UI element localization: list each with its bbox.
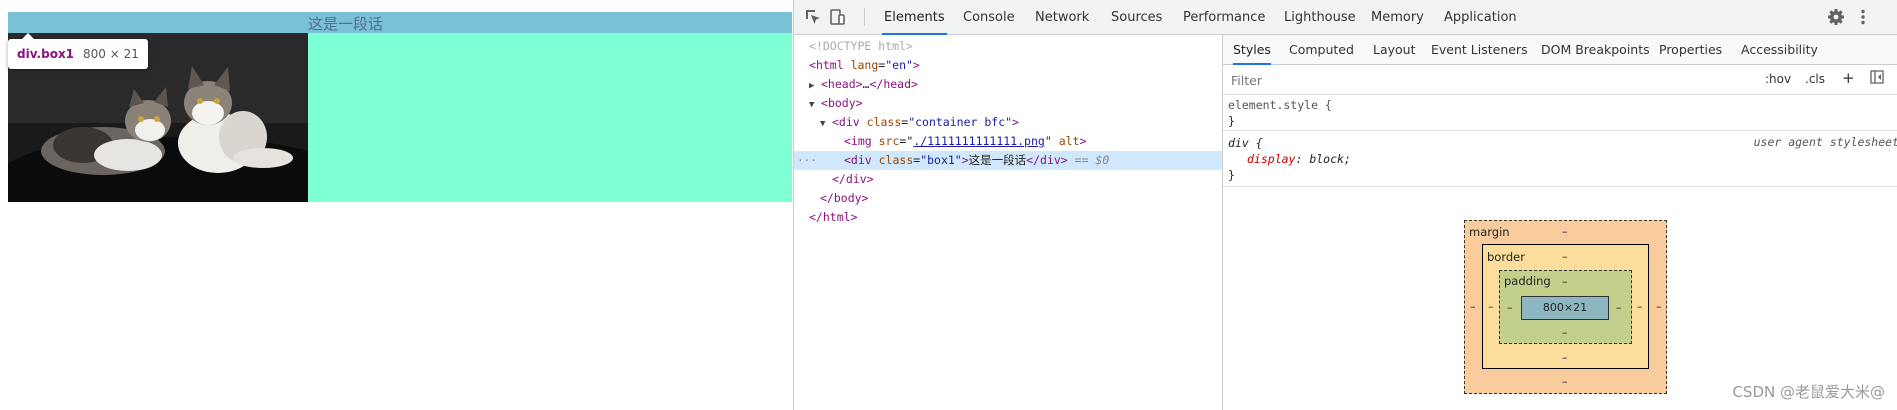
border-box: border – – – – padding – – – – 800×21 <box>1482 244 1649 369</box>
element-style-selector: element.style { <box>1228 98 1332 112</box>
tab-application[interactable]: Application <box>1442 0 1519 35</box>
device-toolbar-icon[interactable] <box>828 8 846 26</box>
user-agent-stylesheet-label: user agent stylesheet <box>1753 135 1897 149</box>
eq0-marker: == $0 <box>1074 153 1110 167</box>
display-prop-name[interactable]: display <box>1247 152 1295 166</box>
container-class-value: "container bfc" <box>908 115 1013 129</box>
tab-memory[interactable]: Memory <box>1369 0 1426 35</box>
dom-node-body[interactable]: ▼ <body> <box>794 94 1222 113</box>
dom-node-container-close[interactable]: </div> <box>794 170 1222 189</box>
dom-node-container[interactable]: ▼ <div class="container bfc"> <box>794 113 1222 132</box>
border-bottom-value[interactable]: – <box>1562 351 1568 364</box>
margin-left-value[interactable]: – <box>1470 300 1476 313</box>
box1-highlight[interactable]: 这是一段话 <box>8 12 792 33</box>
tooltip-selector: div.box1 <box>17 47 75 61</box>
img-alt-attr: alt <box>1058 134 1080 148</box>
border-top-value[interactable]: – <box>1562 250 1568 263</box>
devtools-toolbar: Elements Console Network Sources Perform… <box>794 0 1897 35</box>
ua-div-rule[interactable]: user agent stylesheet div { display: blo… <box>1223 135 1897 187</box>
closing-brace: } <box>1228 168 1235 182</box>
filter-row: :hov .cls + <box>1223 65 1897 95</box>
border-right-value[interactable]: – <box>1637 300 1643 313</box>
more-actions-dots-icon[interactable]: ··· <box>797 151 817 170</box>
padding-bottom-value[interactable]: – <box>1562 326 1568 339</box>
div-selector: div { <box>1228 136 1263 150</box>
inspect-element-icon[interactable] <box>804 8 822 26</box>
img-src-link[interactable]: ./1111111111111.png <box>913 134 1045 148</box>
border-left-value[interactable]: – <box>1488 300 1494 313</box>
padding-label: padding <box>1504 274 1551 288</box>
display-prop-value[interactable]: block; <box>1309 152 1351 166</box>
content-box[interactable]: 800×21 <box>1521 296 1609 320</box>
tab-network[interactable]: Network <box>1033 0 1091 35</box>
box1-text-node: 这是一段话 <box>968 153 1027 167</box>
subtab-styles[interactable]: Styles <box>1233 35 1271 65</box>
cls-button[interactable]: .cls <box>1805 72 1825 86</box>
hov-button[interactable]: :hov <box>1765 72 1791 86</box>
margin-bottom-value[interactable]: – <box>1562 375 1568 388</box>
html-tag: html <box>815 58 844 72</box>
dom-node-html[interactable]: <html lang="en"> <box>794 56 1222 75</box>
tab-elements[interactable]: Elements <box>882 0 947 35</box>
doctype-text: <!DOCTYPE html> <box>809 39 913 53</box>
dom-tree: <!DOCTYPE html> <html lang="en"> ▶ <head>… <box>794 35 1222 410</box>
box-model-diagram: margin – – – – border – – – – padding – … <box>1464 220 1667 394</box>
styles-subtabs: Styles Computed Layout Event Listeners D… <box>1223 35 1897 65</box>
tab-sources[interactable]: Sources <box>1109 0 1164 35</box>
lang-value: "en" <box>885 58 913 72</box>
margin-top-value[interactable]: – <box>1562 225 1568 238</box>
padding-left-value[interactable]: – <box>1507 301 1513 314</box>
element-tooltip: div.box1 800 × 21 <box>8 33 148 69</box>
tab-console[interactable]: Console <box>961 0 1017 35</box>
body-tag: body <box>827 96 856 110</box>
subtab-event-listeners[interactable]: Event Listeners <box>1431 35 1528 65</box>
padding-top-value[interactable]: – <box>1562 275 1568 288</box>
subtab-layout[interactable]: Layout <box>1373 35 1416 65</box>
devtools-panel: Elements Console Network Sources Perform… <box>793 0 1897 410</box>
dom-node-doctype[interactable]: <!DOCTYPE html> <box>794 37 1222 56</box>
subtab-computed[interactable]: Computed <box>1289 35 1354 65</box>
lang-attr: lang <box>850 58 879 72</box>
dom-node-head[interactable]: ▶ <head>…</head> <box>794 75 1222 94</box>
styles-pane: Styles Computed Layout Event Listeners D… <box>1222 35 1897 410</box>
page-preview: 这是一段话 div.box1 800 × 21 <box>0 0 793 410</box>
dom-node-body-close[interactable]: </body> <box>794 189 1222 208</box>
subtab-accessibility[interactable]: Accessibility <box>1741 35 1818 65</box>
tooltip-size: 800 × 21 <box>83 47 139 61</box>
closing-brace: } <box>1228 114 1235 128</box>
dom-node-img[interactable]: <img src="./1111111111111.png" alt> <box>794 132 1222 151</box>
toolbar-separator <box>864 8 865 26</box>
margin-right-value[interactable]: – <box>1656 300 1662 313</box>
border-label: border <box>1487 250 1525 264</box>
padding-box: padding – – – – 800×21 <box>1499 270 1632 344</box>
csdn-watermark: CSDN @老鼠爱大米@ <box>1732 383 1885 401</box>
subtab-dom-breakpoints[interactable]: DOM Breakpoints <box>1541 35 1650 65</box>
tab-lighthouse[interactable]: Lighthouse <box>1282 0 1358 35</box>
box1-text: 这是一段话 <box>308 15 384 33</box>
subtab-properties[interactable]: Properties <box>1659 35 1722 65</box>
margin-label: margin <box>1469 225 1510 239</box>
tab-performance[interactable]: Performance <box>1181 0 1267 35</box>
element-style-rule[interactable]: element.style { } <box>1223 97 1897 131</box>
box1-class-value: "box1" <box>920 153 962 167</box>
more-options-icon[interactable] <box>1854 8 1872 26</box>
tooltip-arrow <box>22 33 34 39</box>
padding-right-value[interactable]: – <box>1616 301 1622 314</box>
dom-node-box1-selected[interactable]: ··· <div class="box1">这是一段话</div> == $0 <box>794 151 1222 170</box>
new-style-rule-icon[interactable]: + <box>1842 69 1855 87</box>
dom-node-html-close[interactable]: </html> <box>794 208 1222 227</box>
toggle-sidebar-icon[interactable] <box>1870 70 1884 87</box>
styles-filter-input[interactable] <box>1227 69 1757 91</box>
settings-gear-icon[interactable] <box>1827 8 1845 26</box>
